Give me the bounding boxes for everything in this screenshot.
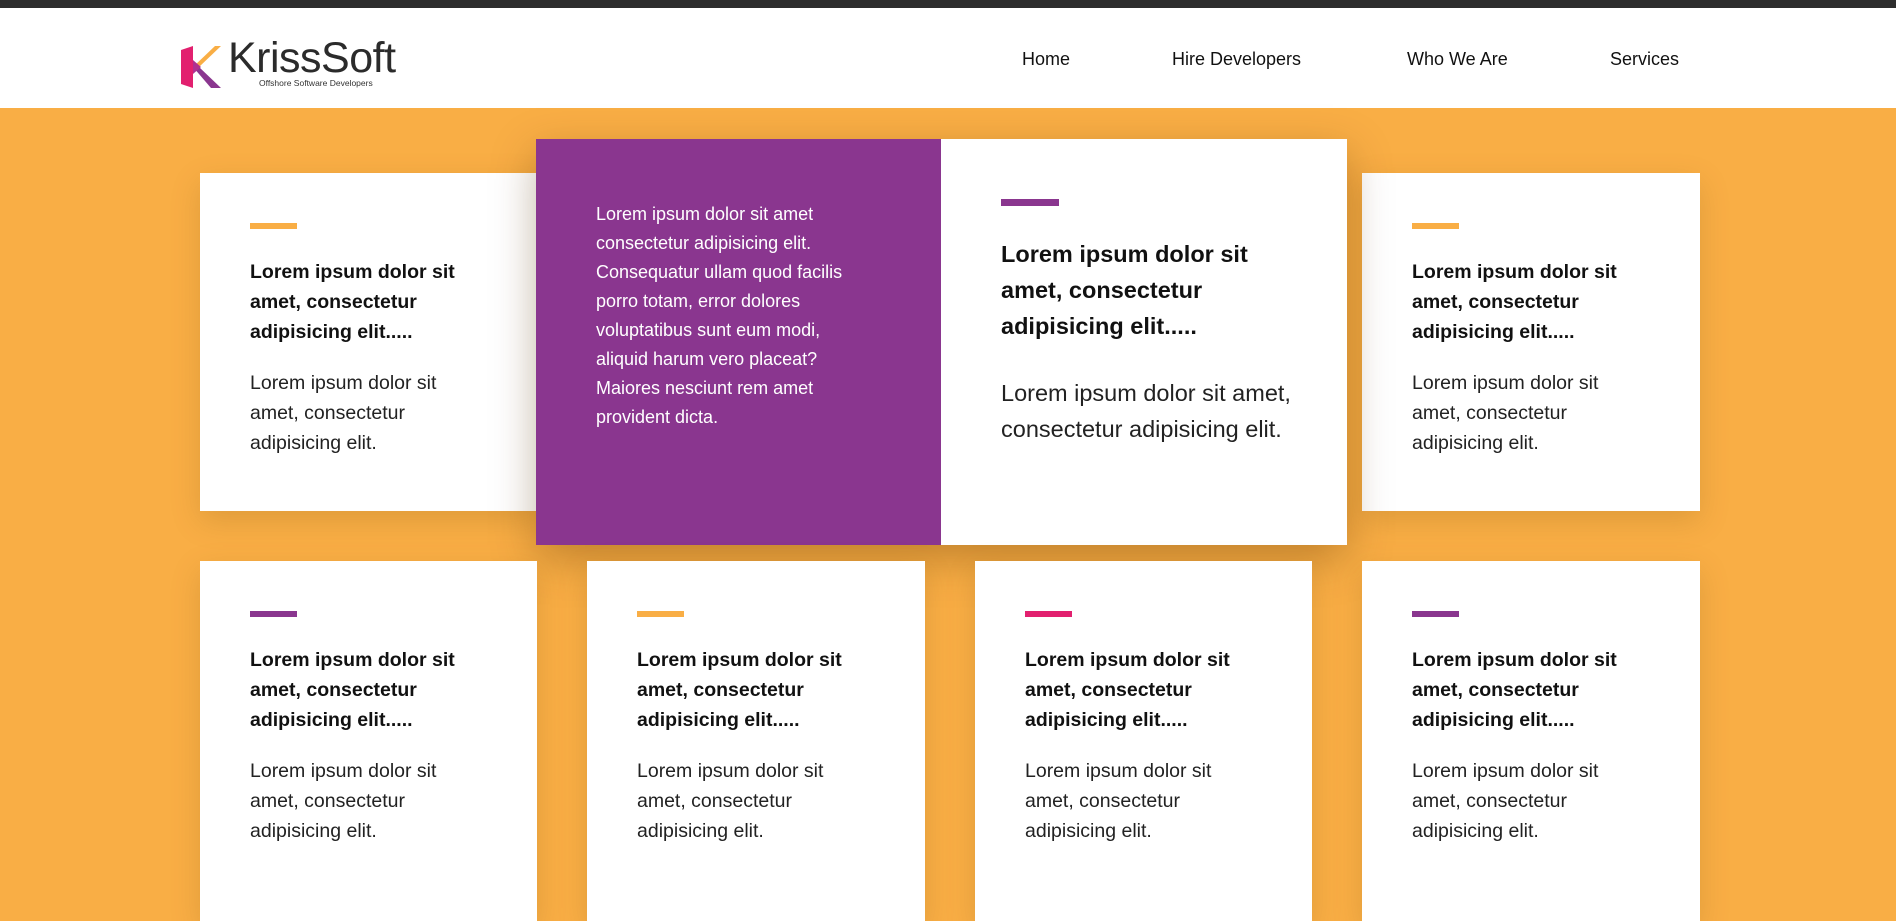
card-title: Lorem ipsum dolor sit amet, consectetur …	[637, 649, 842, 731]
service-card[interactable]: Lorem ipsum dolor sit amet, consectetur …	[975, 561, 1312, 921]
card-accent-line	[637, 611, 684, 617]
nav-hire-developers[interactable]: Hire Developers	[1172, 48, 1301, 70]
featured-card-description: Lorem ipsum dolor sit amet consectetur a…	[596, 204, 843, 427]
service-card[interactable]: Lorem ipsum dolor sit amet, consectetur …	[1362, 173, 1700, 511]
logo[interactable]: KrissSoft Offshore Software Developers	[181, 34, 396, 90]
top-strip	[0, 0, 1896, 8]
card-accent-line	[250, 611, 297, 617]
card-title: Lorem ipsum dolor sit amet, consectetur …	[1412, 649, 1617, 731]
card-title: Lorem ipsum dolor sit amet, consectetur …	[1001, 241, 1248, 339]
card-accent-line	[1412, 611, 1459, 617]
card-title: Lorem ipsum dolor sit amet, consectetur …	[250, 261, 455, 343]
card-text: Lorem ipsum dolor sit amet, consectetur …	[250, 760, 437, 842]
card-accent-line	[250, 223, 297, 229]
site-header: KrissSoft Offshore Software Developers H…	[0, 8, 1896, 108]
card-text: Lorem ipsum dolor sit amet, consectetur …	[637, 760, 824, 842]
nav-services[interactable]: Services	[1610, 48, 1679, 70]
card-accent-line	[1412, 223, 1459, 229]
card-title: Lorem ipsum dolor sit amet, consectetur …	[1412, 261, 1617, 343]
logo-name: KrissSoft	[228, 34, 396, 82]
nav-home[interactable]: Home	[1022, 48, 1070, 70]
service-card[interactable]: Lorem ipsum dolor sit amet, consectetur …	[587, 561, 925, 921]
card-accent-line	[1025, 611, 1072, 617]
card-text: Lorem ipsum dolor sit amet, consectetur …	[1412, 760, 1599, 842]
card-text: Lorem ipsum dolor sit amet, consectetur …	[250, 372, 437, 454]
logo-tagline: Offshore Software Developers	[259, 78, 373, 88]
service-card[interactable]: Lorem ipsum dolor sit amet, consectetur …	[200, 173, 540, 511]
featured-card[interactable]: Lorem ipsum dolor sit amet consectetur a…	[536, 139, 1347, 545]
card-text: Lorem ipsum dolor sit amet, consectetur …	[1412, 372, 1599, 454]
card-title: Lorem ipsum dolor sit amet, consectetur …	[1025, 649, 1230, 731]
card-text: Lorem ipsum dolor sit amet, consectetur …	[1025, 760, 1212, 842]
card-text: Lorem ipsum dolor sit amet, consectetur …	[1001, 380, 1291, 442]
nav-who-we-are[interactable]: Who We Are	[1407, 48, 1508, 70]
featured-card-content: Lorem ipsum dolor sit amet, consectetur …	[941, 139, 1347, 545]
card-accent-line	[1001, 199, 1059, 206]
featured-card-description-panel: Lorem ipsum dolor sit amet consectetur a…	[536, 139, 941, 545]
krisssoft-logo-icon	[181, 46, 221, 88]
card-title: Lorem ipsum dolor sit amet, consectetur …	[250, 649, 455, 731]
service-card[interactable]: Lorem ipsum dolor sit amet, consectetur …	[1362, 561, 1700, 921]
service-card[interactable]: Lorem ipsum dolor sit amet, consectetur …	[200, 561, 537, 921]
